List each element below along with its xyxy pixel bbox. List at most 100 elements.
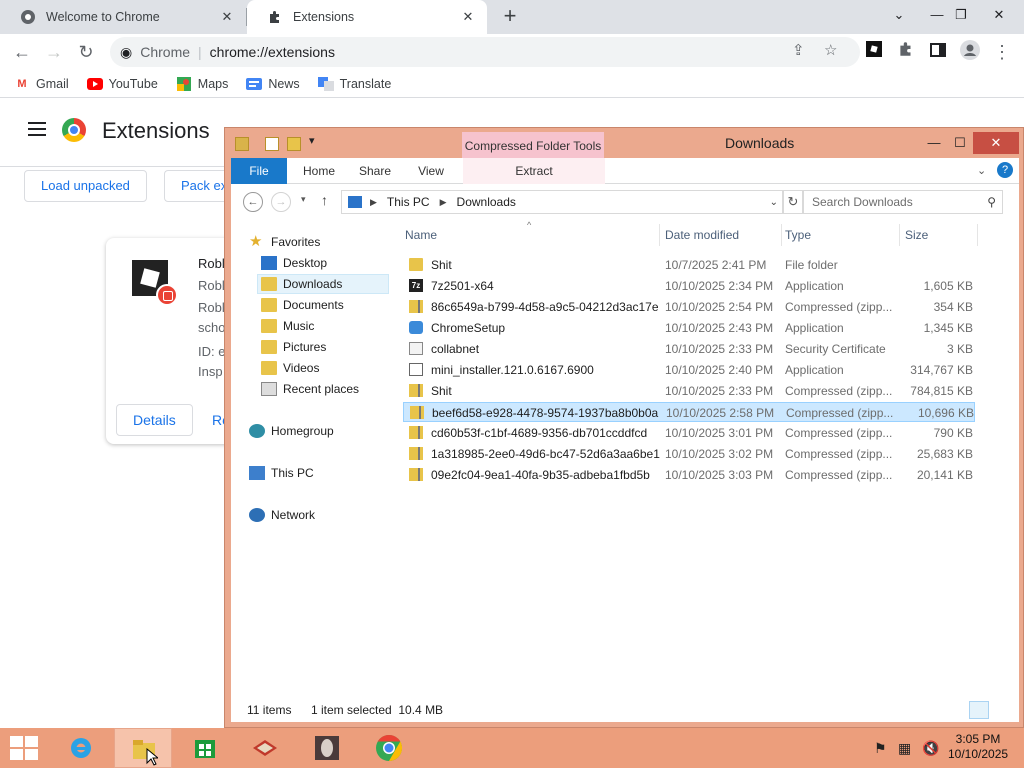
taskbar-file-explorer[interactable] <box>114 728 172 768</box>
file-row[interactable]: ChromeSetup 10/10/2025 2:43 PM Application… <box>403 318 975 338</box>
new-tab-button[interactable]: + <box>498 5 522 29</box>
file-name: 86c6549a-b799-4d58-a9c5-04212d3ac17e <box>431 300 659 314</box>
nav-label: Documents <box>283 298 344 312</box>
taskbar-media-app[interactable] <box>298 728 356 768</box>
file-row[interactable]: collabnet 10/10/2025 2:33 PM Security Cert… <box>403 339 975 359</box>
network-tray-icon[interactable]: ▦ <box>898 740 911 757</box>
action-center-flag-icon[interactable]: ⚑ <box>874 740 887 757</box>
taskbar-app[interactable] <box>236 728 294 768</box>
share-icon[interactable]: ⇪ <box>792 41 805 59</box>
details-button[interactable]: Details <box>116 404 193 436</box>
up-icon[interactable]: ↑ <box>321 192 328 208</box>
ribbon-tab-view[interactable]: View <box>411 158 451 184</box>
bookmark-youtube[interactable]: YouTube <box>86 77 158 91</box>
profile-avatar-icon[interactable] <box>958 40 982 64</box>
properties-icon[interactable] <box>265 137 279 151</box>
pack-extension-button[interactable]: Pack ex <box>164 170 228 202</box>
file-size: 314,767 KB <box>910 363 973 377</box>
reload-icon[interactable]: ↻ <box>74 40 98 64</box>
nav-homegroup[interactable]: Homegroup <box>249 421 334 441</box>
side-panel-icon[interactable] <box>926 40 950 64</box>
forward-icon[interactable]: → <box>271 192 291 212</box>
nav-downloads[interactable]: Downloads <box>257 274 389 294</box>
back-icon[interactable]: ← <box>10 40 34 64</box>
file-type: Application <box>785 363 844 377</box>
expand-ribbon-icon[interactable]: ⌄ <box>977 164 986 177</box>
column-header-name[interactable]: Name <box>405 228 437 242</box>
nav-documents[interactable]: Documents <box>261 295 344 315</box>
quick-access-dropdown-icon[interactable]: ▾ <box>309 134 315 147</box>
nav-videos[interactable]: Videos <box>261 358 319 378</box>
file-name: ChromeSetup <box>431 321 506 335</box>
file-row[interactable]: mini_installer.121.0.6167.6900 10/10/2025… <box>403 360 975 380</box>
bookmark-gmail[interactable]: M Gmail <box>14 77 68 91</box>
details-view-icon[interactable] <box>969 701 989 719</box>
chrome-menu-icon[interactable]: ⋮ <box>990 40 1014 64</box>
large-icons-view-icon[interactable] <box>993 701 1013 719</box>
ribbon-tab-extract[interactable]: Extract <box>463 158 605 184</box>
tab-extensions[interactable]: Extensions ✕ <box>247 0 487 34</box>
nav-favorites[interactable]: ★ Favorites <box>249 232 320 252</box>
close-window-button[interactable]: ✕ <box>973 132 1019 154</box>
search-input[interactable]: Search Downloads ⚲ <box>803 190 1003 214</box>
address-field[interactable]: ▶ This PC ▶ Downloads ⌄ <box>341 190 783 214</box>
explorer-titlebar[interactable]: ▾ Compressed Folder Tools Downloads — ☐ … <box>225 128 1024 158</box>
nav-pictures[interactable]: Pictures <box>261 337 326 357</box>
forward-icon[interactable]: → <box>42 40 66 64</box>
nav-this-pc[interactable]: This PC <box>249 463 314 483</box>
system-clock[interactable]: 3:05 PM 10/10/2025 <box>948 732 1008 762</box>
nav-desktop[interactable]: Desktop <box>261 253 327 273</box>
file-row[interactable]: cd60b53f-c1bf-4689-9356-db701ccddfcd 10/1… <box>403 423 975 443</box>
refresh-icon[interactable]: ↻ <box>783 190 803 214</box>
taskbar-chrome[interactable] <box>360 728 418 768</box>
extensions-icon[interactable] <box>894 40 918 64</box>
help-icon[interactable]: ? <box>997 162 1013 178</box>
load-unpacked-button[interactable]: Load unpacked <box>24 170 147 202</box>
minimize-button[interactable]: — <box>921 132 947 154</box>
bookmark-star-icon[interactable]: ☆ <box>824 41 837 59</box>
roblox-extension-icon[interactable] <box>862 40 886 64</box>
file-row[interactable]: 09e2fc04-9ea1-40fa-9b35-adbeba1fbd5b 10/1… <box>403 465 975 485</box>
nav-recent-places[interactable]: Recent places <box>261 379 359 399</box>
file-row[interactable]: 7z 7z2501-x64 10/10/2025 2:34 PM Applicatio… <box>403 276 975 296</box>
bookmark-news[interactable]: News <box>246 77 300 91</box>
file-row[interactable]: 1a318985-2ee0-49d6-bc47-52d6a3aa6be1 10/1… <box>403 444 975 464</box>
close-tab-icon[interactable]: ✕ <box>218 9 236 25</box>
file-row[interactable]: Shit 10/7/2025 2:41 PM File folder <box>403 255 975 275</box>
close-tab-icon[interactable]: ✕ <box>459 9 477 25</box>
clock-date: 10/10/2025 <box>948 747 1009 761</box>
maximize-button[interactable]: ☐ <box>947 132 973 154</box>
bookmark-maps[interactable]: Maps <box>176 76 228 91</box>
bookmark-translate[interactable]: Translate <box>317 76 391 91</box>
column-header-size[interactable]: Size <box>905 228 928 242</box>
taskbar-store[interactable] <box>176 728 234 768</box>
start-button-icon[interactable] <box>10 736 38 760</box>
omnibox[interactable]: ◉ Chrome | chrome://extensions <box>110 37 860 67</box>
site-info-icon[interactable]: ◉ <box>120 44 132 61</box>
tab-search-icon[interactable]: ⌄ <box>882 0 916 30</box>
search-placeholder: Search Downloads <box>812 195 913 209</box>
back-icon[interactable]: ← <box>243 192 263 212</box>
new-folder-icon[interactable] <box>287 137 301 151</box>
ribbon-tab-home[interactable]: Home <box>297 158 341 184</box>
close-window-button[interactable]: ✕ <box>982 0 1016 30</box>
column-header-date[interactable]: Date modified <box>665 228 739 242</box>
nav-music[interactable]: Music <box>261 316 314 336</box>
file-row[interactable]: Shit 10/10/2025 2:33 PM Compressed (zipp..… <box>403 381 975 401</box>
volume-muted-icon[interactable]: 🔇 <box>922 740 939 757</box>
ribbon-tab-file[interactable]: File <box>231 158 287 184</box>
file-row[interactable]: 86c6549a-b799-4d58-a9c5-04212d3ac17e 10/1… <box>403 297 975 317</box>
recent-locations-icon[interactable]: ▾ <box>301 194 306 205</box>
file-row-selected[interactable]: beef6d58-e928-4478-9574-1937ba8b0b0a 10/1… <box>403 402 975 422</box>
taskbar-internet-explorer[interactable] <box>52 728 110 768</box>
column-header-type[interactable]: Type <box>785 228 811 242</box>
address-dropdown-icon[interactable]: ⌄ <box>770 197 778 208</box>
breadcrumb-this-pc[interactable]: This PC <box>387 195 430 209</box>
nav-network[interactable]: Network <box>249 505 315 525</box>
hamburger-menu-icon[interactable] <box>28 122 46 140</box>
restore-button[interactable]: ❐ <box>944 0 978 30</box>
breadcrumb-downloads[interactable]: Downloads <box>457 195 516 209</box>
tab-welcome[interactable]: Welcome to Chrome ✕ <box>0 0 246 34</box>
column-divider <box>659 224 660 246</box>
ribbon-tab-share[interactable]: Share <box>353 158 397 184</box>
